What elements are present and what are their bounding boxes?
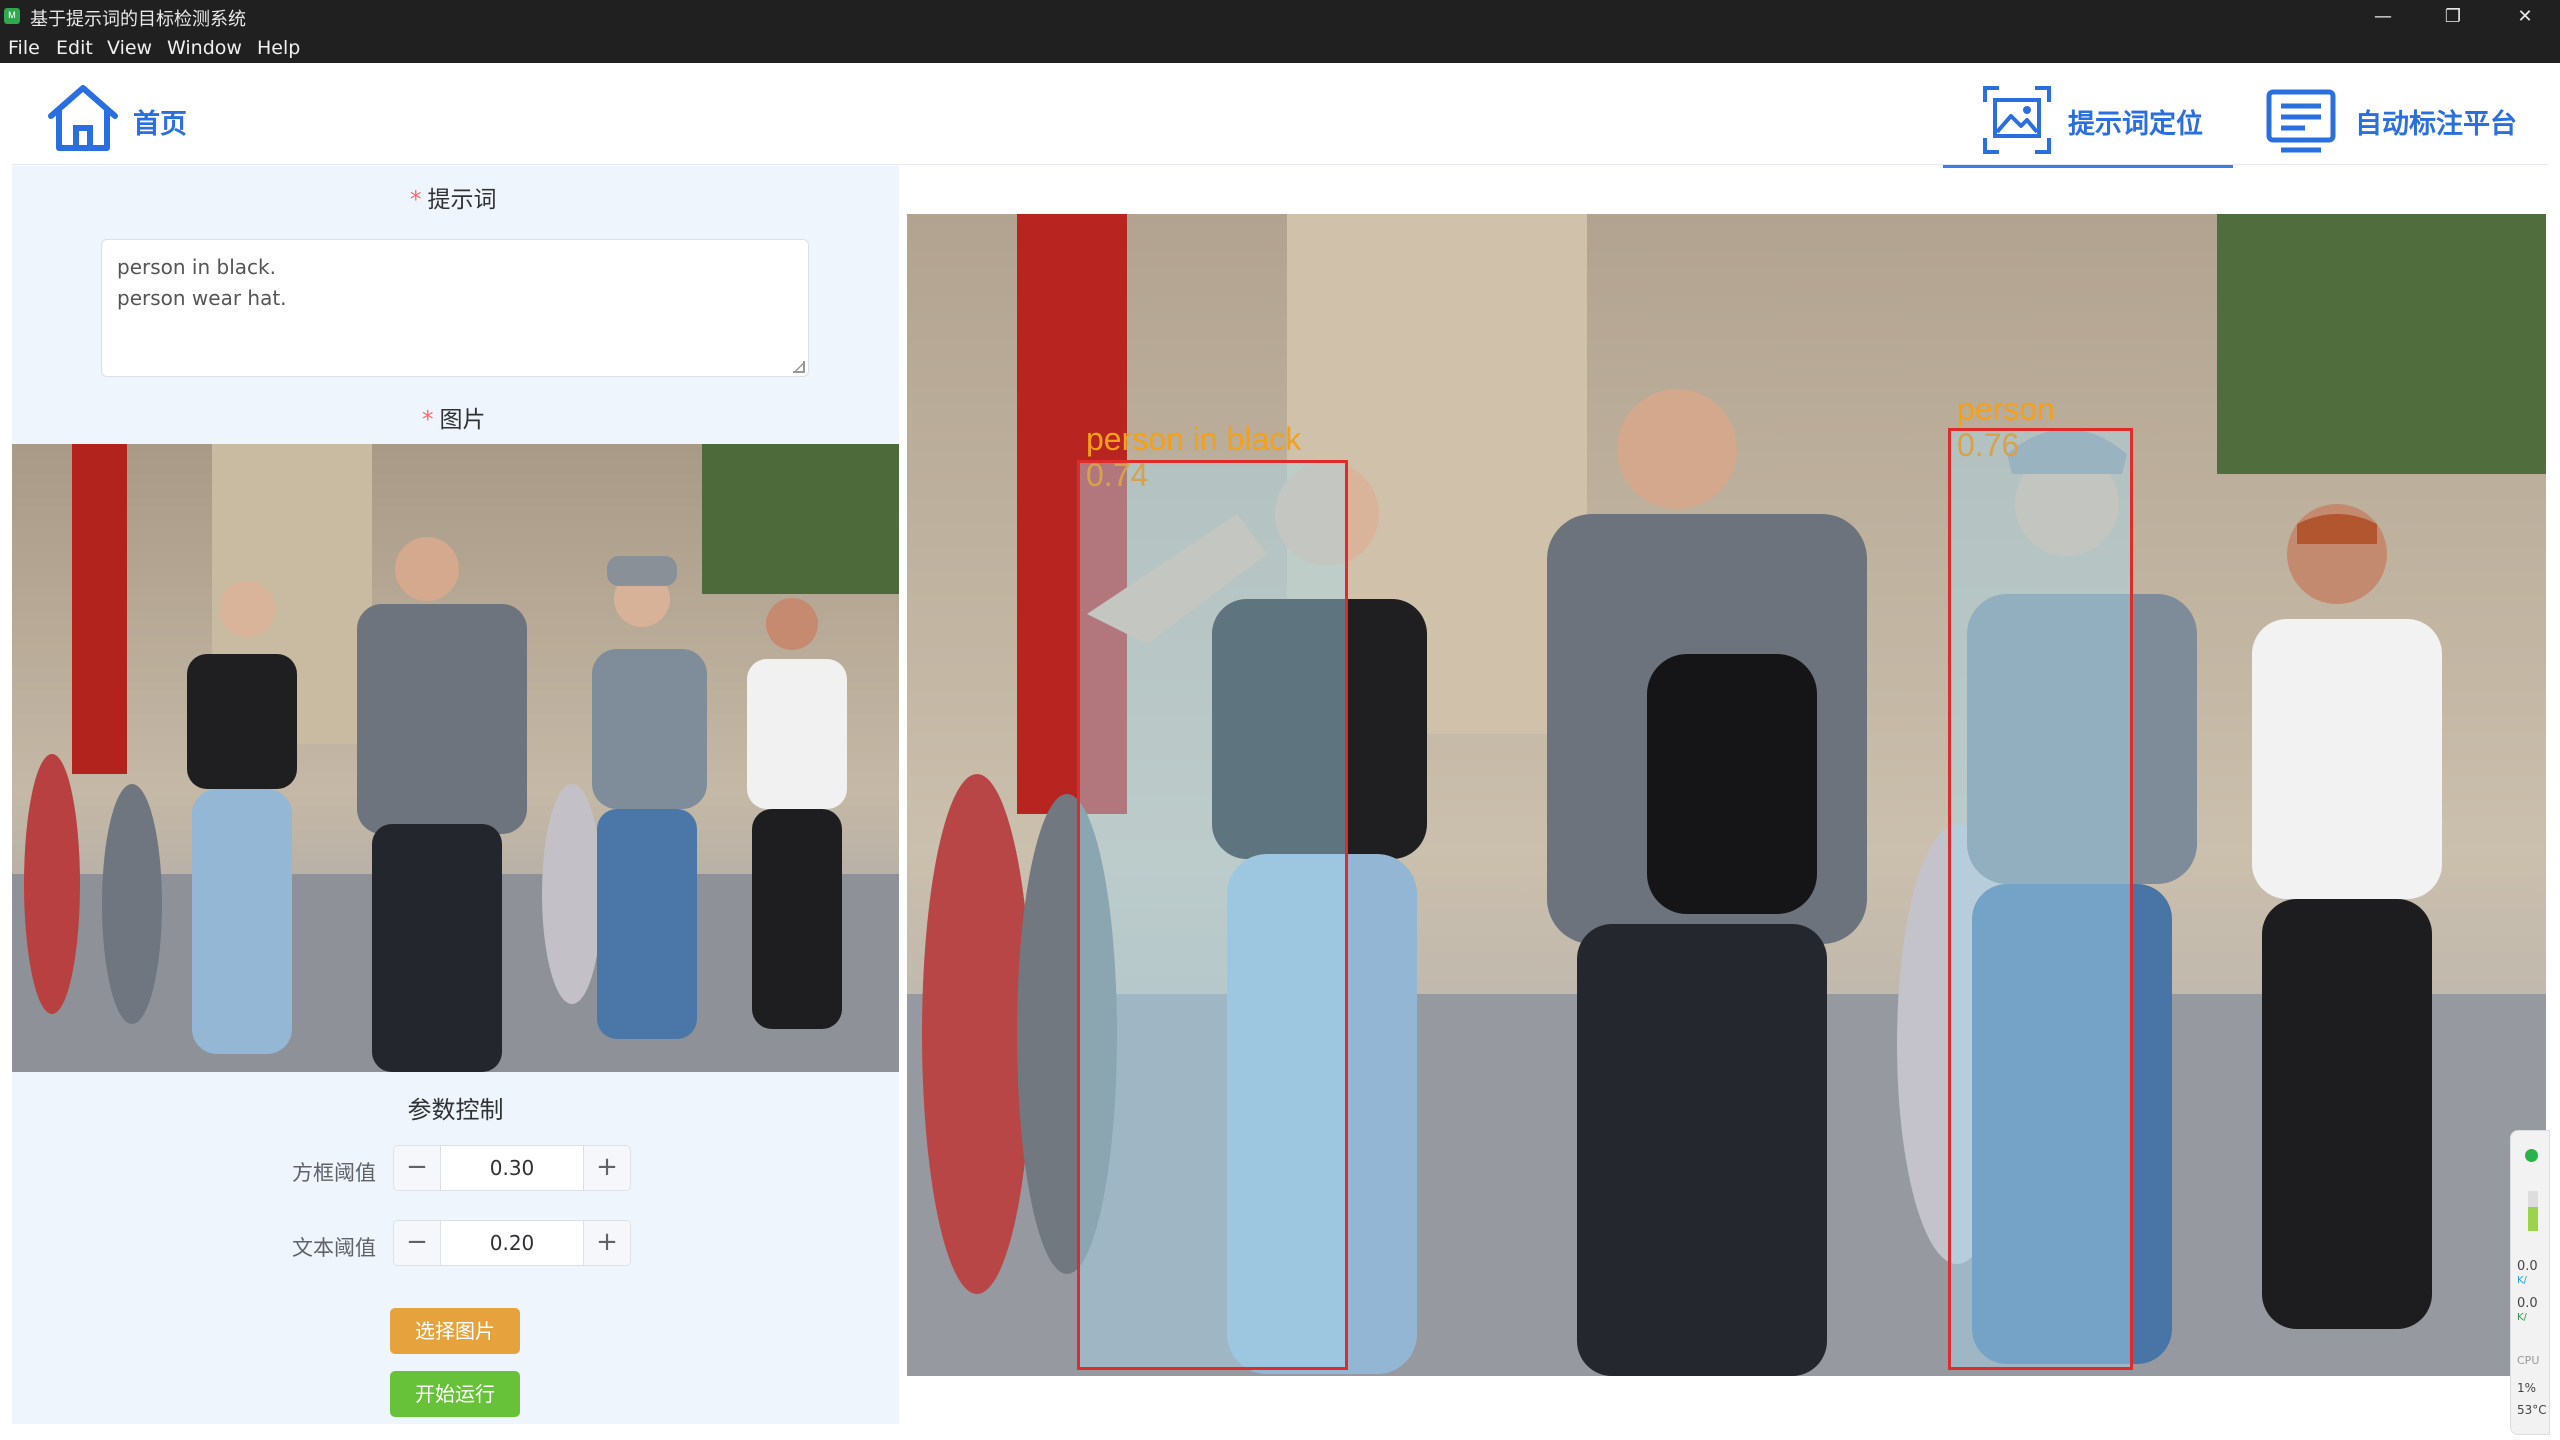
- close-button[interactable]: ✕: [2490, 0, 2560, 33]
- prompt-line: person wear hat.: [117, 286, 287, 310]
- detection-score: 0.74: [1086, 457, 1149, 493]
- required-mark: *: [410, 187, 422, 213]
- detection-score: 0.76: [1957, 427, 2020, 463]
- resize-handle-icon[interactable]: [793, 361, 805, 373]
- text-threshold-label: 文本阈值: [292, 1236, 376, 1260]
- detection-box: [1948, 428, 2133, 1370]
- menu-bar: File Edit View Window Help: [0, 33, 2560, 63]
- minimize-button[interactable]: —: [2348, 0, 2418, 33]
- usage-bar: [2528, 1191, 2538, 1231]
- prompt-textarea[interactable]: person in black. person wear hat.: [101, 239, 809, 377]
- run-button[interactable]: 开始运行: [390, 1371, 520, 1417]
- maximize-button[interactable]: ❐: [2418, 0, 2488, 33]
- required-mark: *: [422, 407, 434, 433]
- nav-home-label: 首页: [133, 109, 187, 140]
- menu-edit[interactable]: Edit: [56, 37, 93, 59]
- street-photo: [12, 444, 899, 1072]
- image-frame-icon: [1983, 86, 2051, 154]
- net-up-value: 0.0: [2517, 1259, 2538, 1274]
- box-threshold-stepper: − 0.30 +: [393, 1145, 631, 1191]
- tab-prompt-locate-label: 提示词定位: [2068, 109, 2203, 140]
- box-threshold-increase-button[interactable]: +: [583, 1146, 630, 1190]
- app-icon: Ꮇ: [4, 8, 20, 24]
- nav-divider: [12, 164, 2548, 165]
- window-title: 基于提示词的目标检测系统: [30, 9, 246, 30]
- cpu-label: CPU: [2517, 1354, 2540, 1367]
- cpu-value: 1%: [2517, 1381, 2537, 1395]
- home-icon: [48, 85, 118, 151]
- menu-view[interactable]: View: [107, 37, 152, 59]
- select-image-button[interactable]: 选择图片: [390, 1308, 520, 1354]
- detection-box: [1077, 460, 1348, 1370]
- tab-prompt-locate[interactable]: 提示词定位: [1943, 80, 2233, 168]
- menu-window[interactable]: Window: [167, 37, 242, 59]
- box-threshold-decrease-button[interactable]: −: [394, 1146, 441, 1190]
- image-label: * 图片: [422, 407, 486, 433]
- title-bar: Ꮇ 基于提示词的目标检测系统 — ❐ ✕: [0, 0, 2560, 33]
- text-threshold-stepper: − 0.20 +: [393, 1220, 631, 1266]
- system-monitor-widget[interactable]: 0.0 K/ 0.0 K/ CPU 1% 53°C: [2510, 1130, 2550, 1435]
- tab-auto-annotate[interactable]: 自动标注平台: [2265, 80, 2535, 164]
- detection-label: person: [1957, 391, 2055, 427]
- text-threshold-decrease-button[interactable]: −: [394, 1221, 441, 1265]
- text-threshold-input[interactable]: 0.20: [440, 1231, 584, 1255]
- prompt-label: * 提示词: [410, 187, 497, 213]
- box-threshold-input[interactable]: 0.30: [440, 1156, 584, 1180]
- status-dot-icon: [2525, 1149, 2538, 1162]
- box-threshold-label: 方框阈值: [292, 1161, 376, 1185]
- input-image[interactable]: [12, 444, 899, 1072]
- net-up-unit: K/: [2517, 1275, 2527, 1286]
- temperature-value: 53°C: [2517, 1403, 2547, 1417]
- prompt-line: person in black.: [117, 255, 276, 279]
- menu-help[interactable]: Help: [257, 37, 300, 59]
- net-down-value: 0.0: [2517, 1296, 2538, 1311]
- menu-file[interactable]: File: [8, 37, 40, 59]
- result-image: person in black 0.74 person 0.76: [907, 214, 2546, 1376]
- text-threshold-row: 文本阈值 − 0.20 +: [12, 1220, 899, 1268]
- net-down-unit: K/: [2517, 1312, 2527, 1323]
- list-monitor-icon: [2266, 89, 2336, 153]
- detection-label: person in black: [1086, 421, 1302, 457]
- text-threshold-increase-button[interactable]: +: [583, 1221, 630, 1265]
- tab-auto-annotate-label: 自动标注平台: [2355, 109, 2517, 140]
- box-threshold-row: 方框阈值 − 0.30 +: [12, 1145, 899, 1193]
- param-title: 参数控制: [407, 1096, 504, 1124]
- left-panel: * 提示词 person in black. person wear hat. *…: [12, 166, 899, 1424]
